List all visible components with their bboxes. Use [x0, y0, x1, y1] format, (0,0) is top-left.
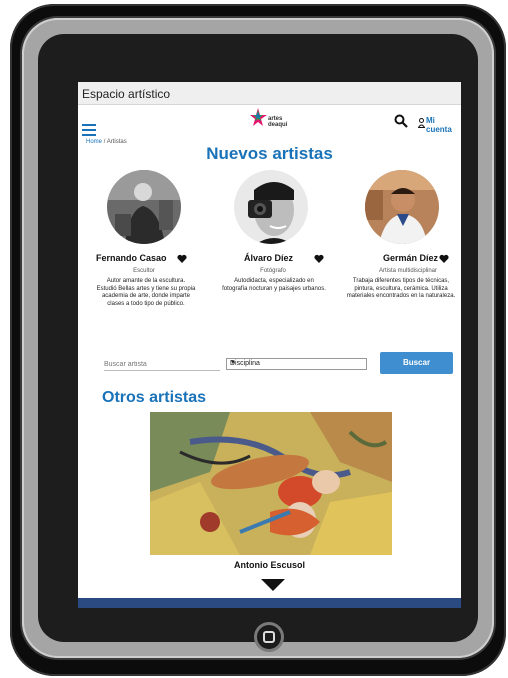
artist-role: Artista multidisciplinar	[378, 268, 438, 274]
home-button[interactable]	[254, 622, 284, 652]
artist-avatar[interactable]	[234, 170, 308, 244]
artist-avatar[interactable]	[107, 170, 181, 244]
screen: Espacio artístico artes deaquí Mi cuenta…	[78, 82, 461, 608]
footer-bar	[78, 598, 461, 608]
down-arrow-icon[interactable]	[261, 579, 285, 591]
artist-description: Trabaja diferentes tipos de técnicas, pi…	[346, 278, 456, 299]
hamburger-icon[interactable]	[82, 124, 96, 136]
artist-description: Autor amante de la escultura. Estudió Be…	[96, 278, 196, 307]
chevron-down-icon: ▼	[230, 360, 236, 366]
featured-artist-name[interactable]: Antonio Escusol	[78, 560, 461, 570]
heart-icon[interactable]	[177, 254, 187, 264]
discipline-select[interactable]: Disciplina ▼	[226, 358, 367, 370]
artist-name[interactable]: Germán Díez	[383, 253, 438, 263]
artist-role: Escultor	[133, 268, 155, 274]
account-link[interactable]: Mi cuenta	[426, 116, 461, 134]
search-button[interactable]: Buscar	[380, 352, 453, 374]
svg-text:deaquí: deaquí	[268, 122, 288, 128]
artist-description: Autodidacta, especializado en fotografía…	[222, 278, 326, 292]
heart-icon[interactable]	[314, 254, 324, 264]
section-title: Otros artistas	[102, 389, 207, 406]
window-title: Espacio artístico	[82, 87, 171, 101]
search-icon[interactable]	[394, 114, 408, 128]
site-logo[interactable]: artes deaquí	[250, 106, 292, 132]
artist-name[interactable]: Fernando Casao	[96, 253, 167, 263]
artist-name[interactable]: Álvaro Díez	[244, 253, 293, 263]
featured-artwork-image[interactable]	[150, 412, 392, 555]
heart-icon[interactable]	[439, 254, 449, 264]
artist-avatar[interactable]	[365, 170, 439, 244]
search-artist-input[interactable]	[104, 358, 220, 371]
artist-role: Fotógrafo	[260, 268, 286, 274]
page-title: Nuevos artistas	[206, 144, 333, 163]
account-icon[interactable]	[418, 118, 425, 128]
window-title-bar: Espacio artístico	[78, 82, 461, 105]
